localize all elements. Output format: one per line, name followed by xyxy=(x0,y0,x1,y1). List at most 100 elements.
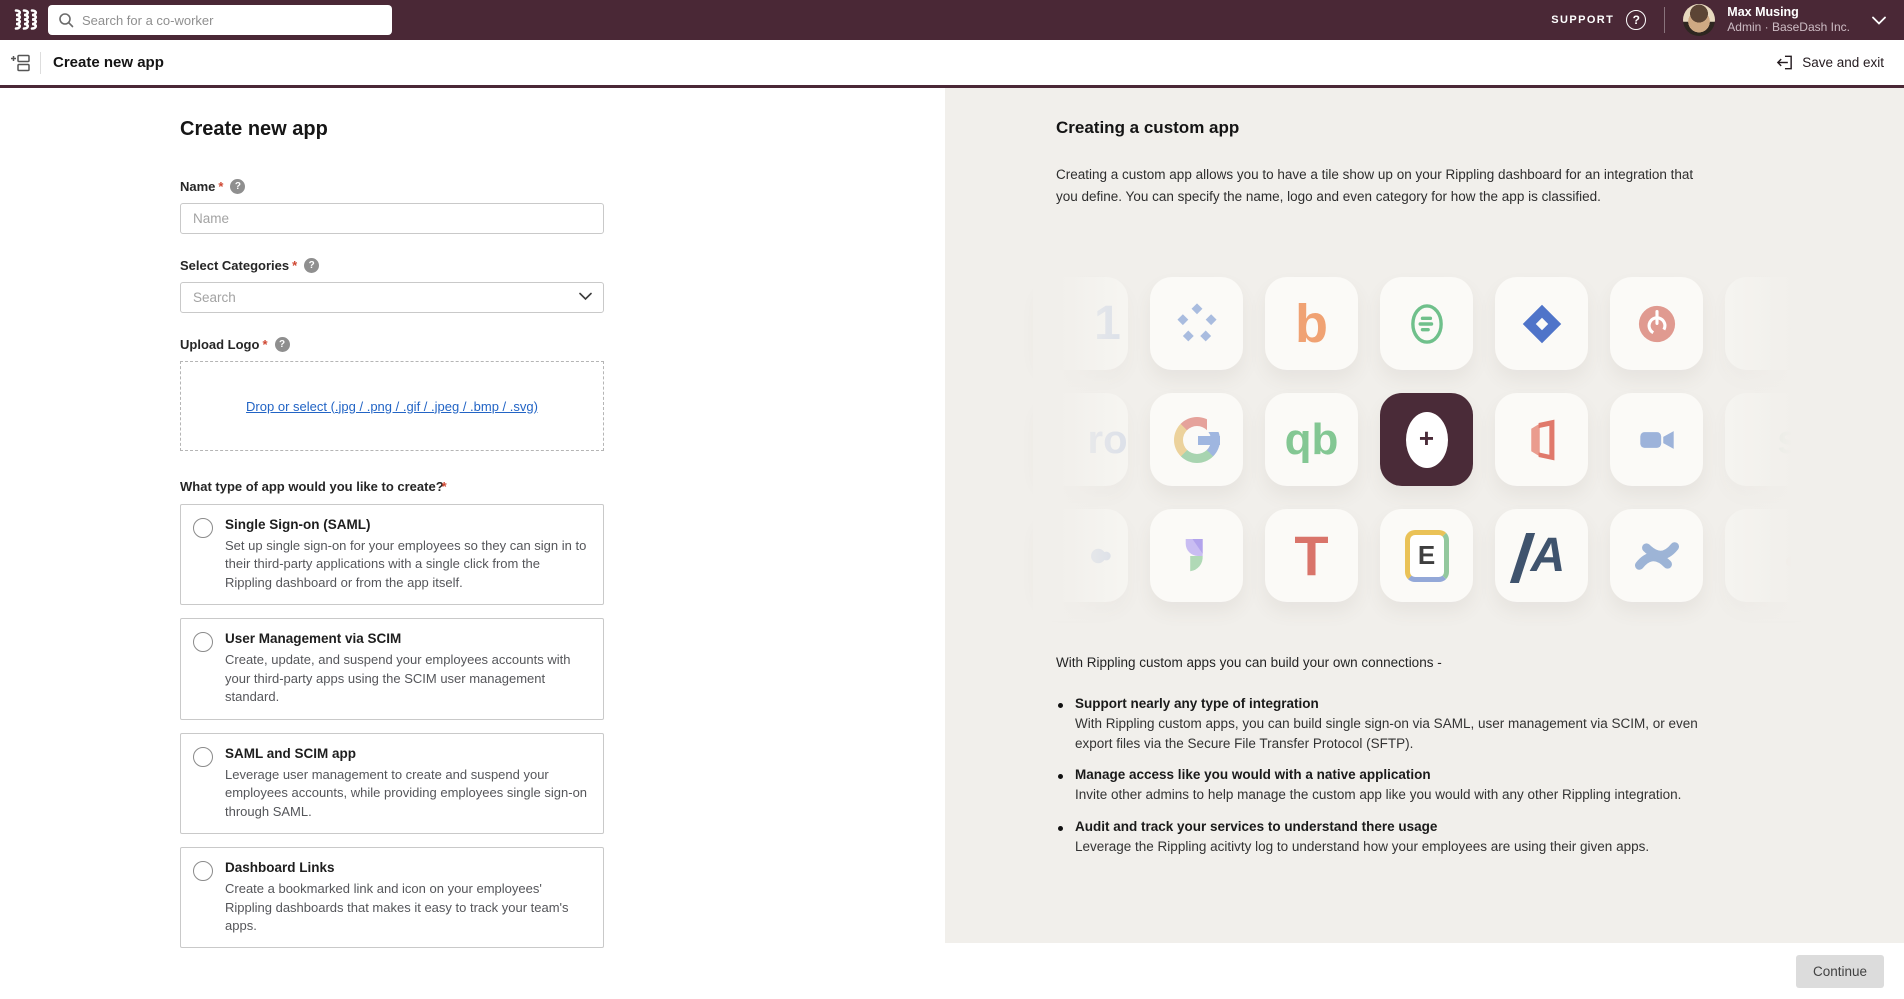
bullet-title: Support nearly any type of integration xyxy=(1075,696,1711,711)
bullet-description: With Rippling custom apps, you can build… xyxy=(1075,714,1711,753)
letter-t-icon: T xyxy=(1294,528,1328,584)
jira-diamond-icon xyxy=(1516,298,1568,350)
option-single-sign-on-saml[interactable]: Single Sign-on (SAML) Set up single sign… xyxy=(180,504,604,605)
power-button-icon xyxy=(1631,298,1683,350)
app-tile-t: T xyxy=(1265,509,1358,602)
option-title: SAML and SCIM app xyxy=(225,746,589,761)
drop-or-select-link[interactable]: Drop or select (.jpg / .png / .gif / .jp… xyxy=(246,399,538,414)
categories-search-input[interactable] xyxy=(180,282,604,313)
chevron-down-icon[interactable] xyxy=(1872,16,1886,25)
exit-icon xyxy=(1775,53,1794,72)
option-title: Dashboard Links xyxy=(225,860,589,875)
rippling-logo-icon xyxy=(12,8,38,32)
required-asterisk: * xyxy=(292,258,297,273)
option-title: User Management via SCIM xyxy=(225,631,589,646)
save-and-exit-label: Save and exit xyxy=(1802,55,1884,70)
custom-app-tile: + xyxy=(1380,393,1473,486)
categories-select[interactable] xyxy=(180,282,604,313)
diamond-star-icon xyxy=(1172,299,1222,349)
grid-left-fade xyxy=(1033,265,1121,621)
list-item: Audit and track your services to underst… xyxy=(1056,819,1711,857)
bullet-dot xyxy=(1058,826,1063,831)
required-asterisk: * xyxy=(218,179,223,194)
categories-label: Select Categories xyxy=(180,258,289,273)
option-dashboard-links[interactable]: Dashboard Links Create a bookmarked link… xyxy=(180,847,604,948)
option-description: Leverage user management to create and s… xyxy=(225,766,589,821)
topbar-divider xyxy=(1664,7,1665,33)
user-name: Max Musing xyxy=(1727,5,1850,21)
radio-button[interactable] xyxy=(193,518,213,538)
video-camera-icon xyxy=(1629,416,1685,464)
benefits-list: Support nearly any type of integration W… xyxy=(1056,696,1711,856)
help-icon[interactable]: ? xyxy=(1626,10,1646,30)
option-title: Single Sign-on (SAML) xyxy=(225,517,589,532)
radio-button[interactable] xyxy=(193,861,213,881)
name-input[interactable] xyxy=(180,203,604,234)
name-help-icon[interactable]: ? xyxy=(230,179,245,194)
bullet-description: Leverage the Rippling acitivty log to un… xyxy=(1075,837,1649,857)
app-tile-grid: 1 b xyxy=(1035,277,1840,609)
app-tile-power xyxy=(1610,277,1703,370)
radio-button[interactable] xyxy=(193,632,213,652)
letter-e-box-icon: E xyxy=(1405,530,1449,582)
option-user-management-scim[interactable]: User Management via SCIM Create, update,… xyxy=(180,618,604,719)
app-tile-b: b xyxy=(1265,277,1358,370)
bullet-title: Audit and track your services to underst… xyxy=(1075,819,1649,834)
create-app-form-panel: Create new app Name* ? Select Categories… xyxy=(0,88,945,943)
categories-help-icon[interactable]: ? xyxy=(304,258,319,273)
search-icon xyxy=(58,12,74,28)
app-tile-quickbooks: qb xyxy=(1265,393,1358,486)
name-label: Name xyxy=(180,179,215,194)
upload-help-icon[interactable]: ? xyxy=(275,337,290,352)
qb-letters-icon: qb xyxy=(1285,418,1339,462)
radio-button[interactable] xyxy=(193,747,213,767)
app-type-question: What type of app would you like to creat… xyxy=(180,479,444,494)
custom-app-info-panel: Creating a custom app Creating a custom … xyxy=(945,88,1904,943)
app-tile-video xyxy=(1610,393,1703,486)
option-saml-and-scim[interactable]: SAML and SCIM app Leverage user manageme… xyxy=(180,733,604,834)
slash-a-icon: A xyxy=(1518,528,1566,583)
search-input[interactable] xyxy=(82,13,382,28)
list-item: Support nearly any type of integration W… xyxy=(1056,696,1711,753)
option-description: Set up single sign-on for your employees… xyxy=(225,537,589,592)
aside-intro: Creating a custom app allows you to have… xyxy=(1056,164,1711,207)
upload-logo-label: Upload Logo xyxy=(180,337,259,352)
coworker-search-box[interactable] xyxy=(48,5,392,35)
logo-dropzone[interactable]: Drop or select (.jpg / .png / .gif / .jp… xyxy=(180,361,604,451)
letter-b-icon: b xyxy=(1295,297,1328,351)
app-tile-office xyxy=(1495,393,1588,486)
bullet-dot xyxy=(1058,703,1063,708)
curved-cross-icon xyxy=(1630,529,1684,583)
form-heading: Create new app xyxy=(180,118,604,141)
app-tile-diamond-star xyxy=(1150,277,1243,370)
page-header: Create new app Save and exit xyxy=(0,40,1904,88)
support-link[interactable]: SUPPORT xyxy=(1551,14,1614,26)
app-tile-a: A xyxy=(1495,509,1588,602)
office-icon xyxy=(1516,412,1568,468)
list-item: Manage access like you would with a nati… xyxy=(1056,767,1711,805)
app-tile-green-oval xyxy=(1380,277,1473,370)
required-asterisk: * xyxy=(262,337,267,352)
bullet-title: Manage access like you would with a nati… xyxy=(1075,767,1681,782)
checklist-add-icon[interactable] xyxy=(10,52,32,74)
footer-bar: Continue xyxy=(0,943,1904,999)
save-and-exit-button[interactable]: Save and exit xyxy=(1775,53,1884,72)
top-navigation-bar: SUPPORT ? Max Musing Admin · BaseDash In… xyxy=(0,0,1904,40)
option-description: Create a bookmarked link and icon on you… xyxy=(225,880,589,935)
app-tile-confluence xyxy=(1610,509,1703,602)
option-description: Create, update, and suspend your employe… xyxy=(225,651,589,706)
page-title: Create new app xyxy=(53,54,164,71)
app-tile-blue-diamond xyxy=(1495,277,1588,370)
user-role: Admin · BaseDash Inc. xyxy=(1727,20,1850,35)
bullet-dot xyxy=(1058,774,1063,779)
google-g-icon xyxy=(1174,417,1220,463)
continue-button[interactable]: Continue xyxy=(1796,955,1884,988)
oval-list-icon xyxy=(1401,296,1453,352)
bullet-description: Invite other admins to help manage the c… xyxy=(1075,785,1681,805)
plus-icon: + xyxy=(1406,412,1448,468)
leaf-quill-icon xyxy=(1171,528,1223,584)
grid-right-fade xyxy=(1712,265,1842,621)
user-menu[interactable]: Max Musing Admin · BaseDash Inc. xyxy=(1727,5,1850,36)
user-avatar[interactable] xyxy=(1683,4,1715,36)
aside-heading: Creating a custom app xyxy=(1056,118,1711,138)
